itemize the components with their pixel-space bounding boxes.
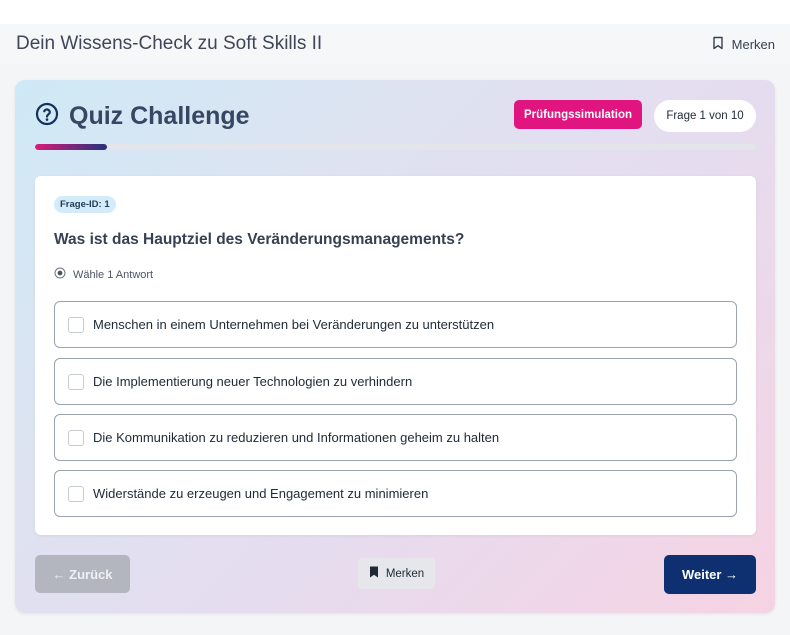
question-circle-icon	[35, 102, 59, 131]
question-card: Frage-ID: 1 Was ist das Hauptziel des Ve…	[35, 176, 756, 535]
header-bookmark-button[interactable]: Merken	[710, 35, 775, 54]
mark-button[interactable]: Merken	[358, 558, 435, 589]
answer-hint: Wähle 1 Antwort	[54, 267, 153, 282]
top-strip	[0, 0, 790, 24]
next-button[interactable]: Weiter →	[664, 555, 756, 594]
answer-label: Die Implementierung neuer Technologien z…	[93, 374, 413, 389]
header-bar: Dein Wissens-Check zu Soft Skills II Mer…	[0, 24, 790, 64]
mode-badge: Prüfungssimulation	[514, 100, 642, 129]
mark-button-label: Merken	[385, 567, 425, 580]
progress-bar	[35, 144, 756, 150]
header-bookmark-label: Merken	[731, 36, 775, 52]
answer-hint-label: Wähle 1 Antwort	[73, 268, 154, 281]
answer-checkbox[interactable]	[68, 429, 84, 446]
radio-dot-icon	[54, 267, 66, 282]
answer-label: Die Kommunikation zu reduzieren und Info…	[93, 430, 500, 445]
back-button[interactable]: ← Zurück	[35, 555, 130, 593]
quiz-header: Quiz Challenge Prüfungssimulation Frage …	[35, 100, 756, 134]
answer-checkbox[interactable]	[68, 316, 84, 333]
bookmark-filled-icon	[369, 566, 379, 581]
quiz-card: Quiz Challenge Prüfungssimulation Frage …	[15, 80, 775, 613]
answer-checkbox[interactable]	[68, 485, 84, 502]
bookmark-outline-icon	[710, 35, 726, 54]
page-title: Dein Wissens-Check zu Soft Skills II	[16, 33, 323, 54]
answer-label: Widerstände zu erzeugen und Engagement z…	[93, 486, 429, 501]
answer-checkbox[interactable]	[68, 373, 84, 390]
answer-option-2[interactable]: Die Implementierung neuer Technologien z…	[54, 358, 737, 405]
question-counter: Frage 1 von 10	[654, 100, 756, 132]
answer-option-1[interactable]: Menschen in einem Unternehmen bei Veränd…	[54, 301, 737, 348]
quiz-title: Quiz Challenge	[69, 102, 250, 130]
progress-fill	[35, 144, 108, 150]
answer-option-4[interactable]: Widerstände zu erzeugen und Engagement z…	[54, 470, 737, 517]
question-id-badge: Frage-ID: 1	[54, 196, 116, 213]
quiz-title-group: Quiz Challenge	[35, 102, 250, 131]
answer-option-3[interactable]: Die Kommunikation zu reduzieren und Info…	[54, 414, 737, 461]
answer-label: Menschen in einem Unternehmen bei Veränd…	[93, 317, 495, 332]
question-text: Was ist das Hauptziel des Veränderungsma…	[54, 231, 465, 248]
